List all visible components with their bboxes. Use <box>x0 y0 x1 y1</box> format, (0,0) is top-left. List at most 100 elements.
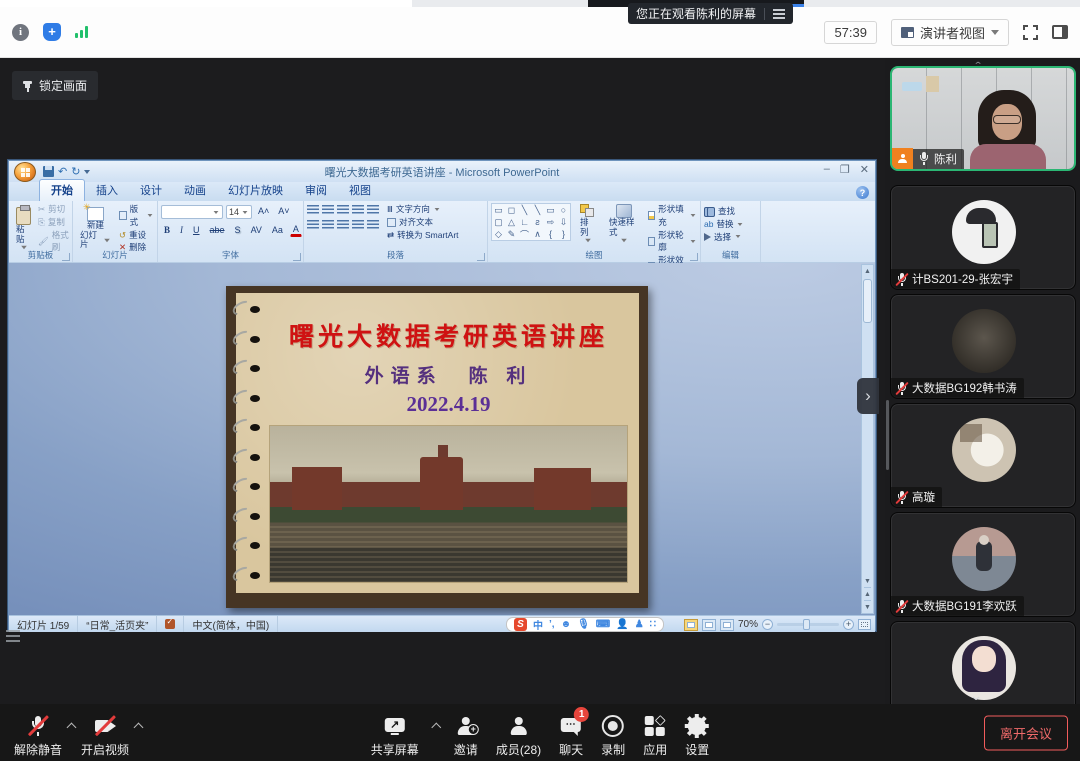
banner-menu-icon[interactable] <box>773 9 785 19</box>
bold-button[interactable]: B <box>161 224 173 236</box>
participant-tile[interactable]: 计BS201-29-张宏宇 <box>890 185 1076 290</box>
text-direction-button[interactable]: Ⅲ文字方向 <box>387 203 459 216</box>
tab-design[interactable]: 设计 <box>129 180 173 201</box>
grow-font-button[interactable]: A˄ <box>255 205 272 219</box>
apps-button[interactable]: 应用 <box>639 708 671 758</box>
shape-oval[interactable]: ○ <box>557 204 570 216</box>
select-button[interactable]: 选择 <box>704 231 757 244</box>
shape-brace-l[interactable]: { <box>544 228 557 240</box>
tab-insert[interactable]: 插入 <box>85 180 129 201</box>
shape-s[interactable]: ƨ <box>531 216 544 228</box>
character-spacing-button[interactable]: AV <box>248 224 265 236</box>
spellcheck-status[interactable] <box>157 616 184 632</box>
font-dialog-launcher[interactable] <box>293 253 301 261</box>
font-color-button[interactable]: A <box>290 223 302 237</box>
scroll-up-icon[interactable]: ▲ <box>864 265 871 277</box>
participant-tile[interactable]: 大数据BG192韩书涛 <box>890 294 1076 399</box>
decrease-indent-button[interactable] <box>337 205 349 215</box>
slide-scrollbar[interactable]: ▲ ▼ ▲ ▼ <box>861 264 874 614</box>
tab-animations[interactable]: 动画 <box>173 180 217 201</box>
shape-curve[interactable]: ⌒ <box>518 228 531 240</box>
shape-arrow-right[interactable]: ⇨ <box>544 216 557 228</box>
strikethrough-button[interactable]: abe <box>207 224 228 236</box>
shape-scribble[interactable]: ✎ <box>505 228 518 240</box>
ime-toolbar[interactable]: S 中 ’, ☻ 🎙 ⌨ 👤 ♟ ∷ <box>506 617 664 632</box>
toolbox-icon[interactable]: ∷ <box>650 619 656 630</box>
share-screen-button[interactable]: ↗ 共享屏幕 <box>367 708 423 758</box>
participant-tile[interactable]: 高璇 <box>890 403 1076 508</box>
zoom-in-button[interactable]: + <box>843 619 854 630</box>
fullscreen-button[interactable] <box>1023 25 1038 40</box>
arrange-button[interactable]: 排列 <box>576 203 600 244</box>
reset-button[interactable]: ↺重设 <box>119 229 154 242</box>
copy-button[interactable]: ⎘复制 <box>38 216 69 229</box>
clipboard-dialog-launcher[interactable] <box>62 253 70 261</box>
help-button[interactable]: ? <box>856 186 869 199</box>
paragraph-dialog-launcher[interactable] <box>477 253 485 261</box>
shape-round-rect[interactable]: ▢ <box>492 216 505 228</box>
align-right-button[interactable] <box>337 220 349 230</box>
align-text-button[interactable]: 对齐文本 <box>387 216 459 229</box>
share-options-chevron[interactable] <box>431 722 441 732</box>
fit-to-window-button[interactable] <box>858 619 871 630</box>
text-shadow-button[interactable]: S <box>232 224 244 236</box>
zoom-slider-thumb[interactable] <box>803 619 810 630</box>
tab-review[interactable]: 审阅 <box>294 180 338 201</box>
sidebar-scrollbar[interactable] <box>886 400 889 470</box>
find-button[interactable]: 查找 <box>704 205 757 218</box>
underline-button[interactable]: U <box>190 224 203 236</box>
tab-slideshow[interactable]: 幻灯片放映 <box>217 180 294 201</box>
shape-cloud[interactable]: ◇ <box>492 228 505 240</box>
slide-sorter-button[interactable] <box>702 619 716 631</box>
record-button[interactable]: 录制 <box>597 708 629 758</box>
replace-button[interactable]: ab替换 <box>704 218 757 231</box>
numbering-button[interactable] <box>322 205 334 215</box>
drawing-dialog-launcher[interactable] <box>690 253 698 261</box>
voice-input-icon[interactable]: 🎙 <box>577 619 590 630</box>
slideshow-button[interactable] <box>720 619 734 631</box>
maximize-button[interactable]: ❐ <box>840 163 850 176</box>
scroll-down-icon[interactable]: ▼ <box>864 575 871 587</box>
emoji-icon[interactable]: ☻ <box>561 619 572 630</box>
scroll-down-chevron[interactable]: ⌄ <box>969 688 983 704</box>
font-size-select[interactable]: 14 <box>226 205 252 219</box>
previous-slide-button[interactable]: ▲ <box>864 587 871 600</box>
side-panel-toggle[interactable] <box>1052 25 1068 39</box>
bullets-button[interactable] <box>307 205 319 215</box>
participant-tile-chenli[interactable]: 陈利 <box>890 66 1076 171</box>
paste-button[interactable]: 粘贴 <box>12 203 35 254</box>
network-signal-icon[interactable] <box>75 26 88 38</box>
security-shield-icon[interactable] <box>43 23 61 41</box>
shrink-font-button[interactable]: A˅ <box>275 205 292 219</box>
shape-rect2[interactable]: ◻ <box>505 204 518 216</box>
font-name-select[interactable] <box>161 205 223 219</box>
sogou-logo-icon[interactable]: S <box>514 618 527 631</box>
leave-meeting-button[interactable]: 离开会议 <box>984 715 1068 750</box>
account-icon[interactable]: 👤 <box>616 619 628 630</box>
line-spacing-button[interactable] <box>367 205 379 215</box>
sidebar-collapse-handle[interactable]: › <box>857 378 879 414</box>
columns-button[interactable] <box>367 220 379 230</box>
shape-brace-r[interactable]: } <box>557 228 570 240</box>
participant-tile[interactable]: 大数据BG191李欢跃 <box>890 512 1076 617</box>
audio-options-chevron[interactable] <box>67 722 77 732</box>
increase-indent-button[interactable] <box>352 205 364 215</box>
settings-button[interactable]: 设置 <box>681 708 713 758</box>
hidden-menu-icon[interactable] <box>6 630 20 642</box>
cut-button[interactable]: ✂剪切 <box>38 203 69 216</box>
soft-keyboard-icon[interactable]: ⌨ <box>596 619 610 630</box>
shape-square[interactable]: ▭ <box>544 204 557 216</box>
smartart-button[interactable]: ⇄转换为 SmartArt <box>387 229 459 242</box>
tab-home[interactable]: 开始 <box>39 179 85 201</box>
shape-line2[interactable]: ╲ <box>531 204 544 216</box>
shape-fill-button[interactable]: 形状填充 <box>648 203 697 229</box>
quick-styles-button[interactable]: 快速样式 <box>605 203 643 244</box>
slide-canvas[interactable]: 曙光大数据考研英语讲座 外语系 陈 利 2022.4.19 ▲ ▼ <box>9 263 875 615</box>
align-left-button[interactable] <box>307 220 319 230</box>
chinese-mode-icon[interactable]: 中 <box>533 617 543 632</box>
minimize-button[interactable]: – <box>824 163 830 176</box>
tab-view[interactable]: 视图 <box>338 180 382 201</box>
next-slide-button[interactable]: ▼ <box>864 600 871 613</box>
punctuation-icon[interactable]: ’, <box>549 619 555 630</box>
shape-triangle[interactable]: △ <box>505 216 518 228</box>
